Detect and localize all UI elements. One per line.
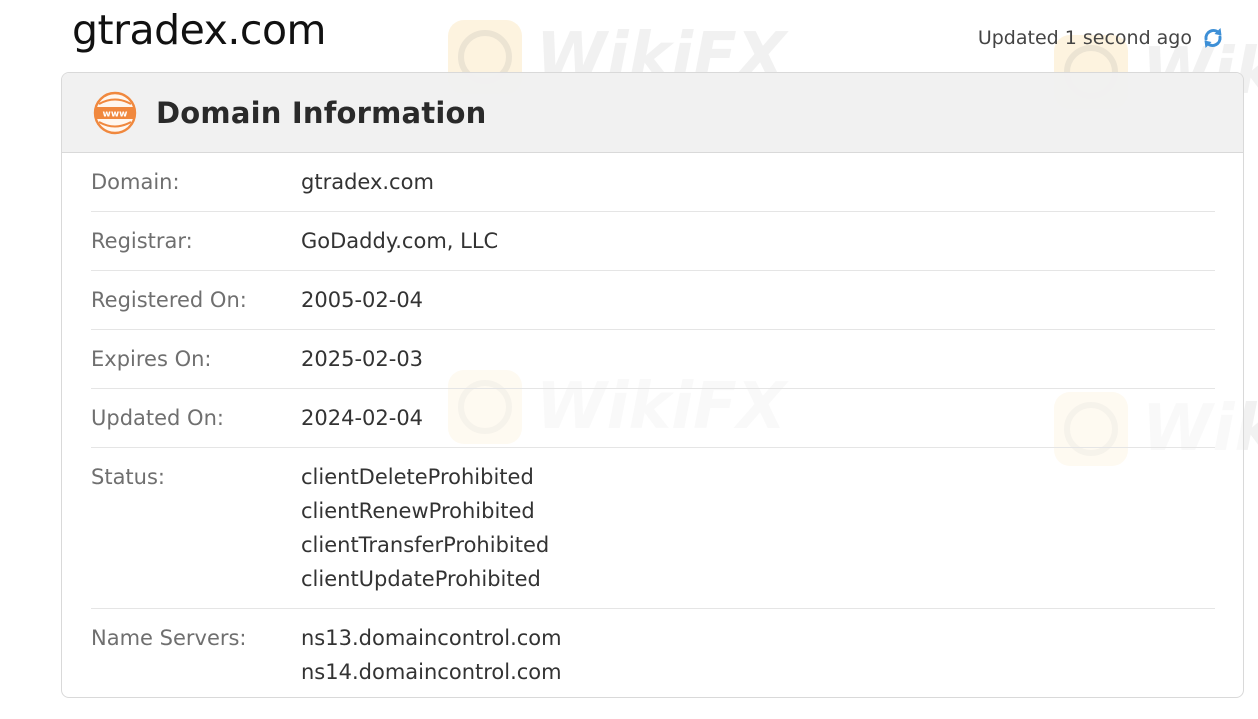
name-server-list: ns13.domaincontrol.com ns14.domaincontro… (301, 621, 562, 689)
domain-info-table: Domain: gtradex.com Registrar: GoDaddy.c… (62, 153, 1243, 697)
field-label: Registrar: (91, 229, 193, 253)
svg-text:www: www (103, 109, 128, 119)
page-title: gtradex.com (72, 6, 326, 54)
name-server-item: ns13.domaincontrol.com (301, 626, 562, 650)
field-label: Registered On: (91, 288, 247, 312)
field-label: Status: (91, 465, 165, 489)
field-value: gtradex.com (301, 170, 434, 194)
field-label: Name Servers: (91, 626, 247, 650)
status-item: clientRenewProhibited (301, 499, 535, 523)
row-registered-on: Registered On: 2005-02-04 (91, 271, 1215, 330)
status-item: clientTransferProhibited (301, 533, 550, 557)
field-value: 2025-02-03 (301, 347, 424, 371)
field-value: GoDaddy.com, LLC (301, 229, 499, 253)
field-label: Expires On: (91, 347, 212, 371)
field-label: Domain: (91, 170, 180, 194)
row-domain: Domain: gtradex.com (91, 153, 1215, 212)
card-header: www Domain Information (62, 73, 1243, 153)
updated-text: Updated 1 second ago (977, 27, 1192, 49)
card-title: Domain Information (156, 95, 487, 130)
row-updated-on: Updated On: 2024-02-04 (91, 389, 1215, 448)
www-globe-icon: www (93, 91, 137, 134)
row-name-servers: Name Servers: ns13.domaincontrol.com ns1… (91, 609, 1215, 697)
field-value: 2024-02-04 (301, 406, 424, 430)
status-item: clientDeleteProhibited (301, 465, 534, 489)
row-status: Status: clientDeleteProhibited clientRen… (91, 448, 1215, 609)
domain-information-card: www Domain Information Domain: gtradex.c… (61, 72, 1244, 698)
row-expires-on: Expires On: 2025-02-03 (91, 330, 1215, 389)
field-label: Updated On: (91, 406, 224, 430)
status-item: clientUpdateProhibited (301, 567, 541, 591)
name-server-item: ns14.domaincontrol.com (301, 660, 562, 684)
status-list: clientDeleteProhibited clientRenewProhib… (301, 460, 549, 596)
last-updated: Updated 1 second ago (978, 25, 1226, 51)
refresh-icon[interactable] (1200, 25, 1226, 51)
row-registrar: Registrar: GoDaddy.com, LLC (91, 212, 1215, 271)
field-value: 2005-02-04 (301, 288, 424, 312)
